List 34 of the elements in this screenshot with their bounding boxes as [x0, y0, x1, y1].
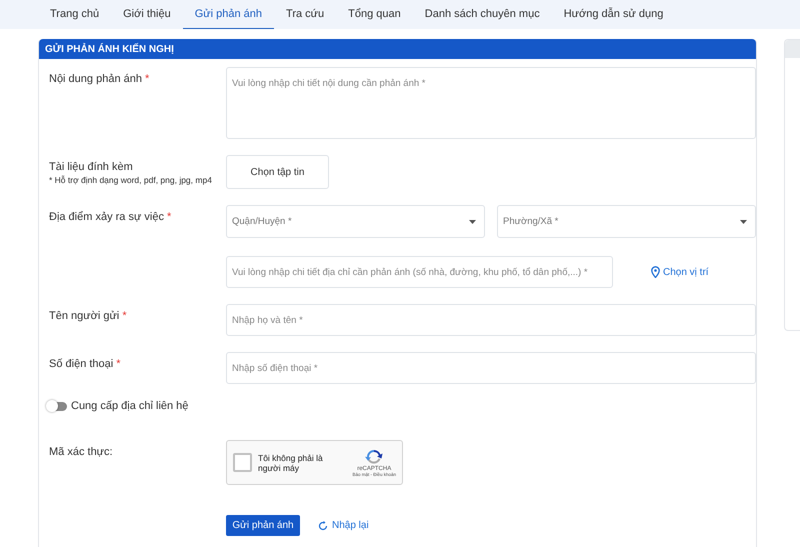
choose-location-link[interactable]: Chọn vị trí: [651, 266, 709, 278]
location-pin-icon: [651, 266, 660, 278]
caret-icon: [740, 220, 747, 224]
field-label: Tài liệu đính kèm: [49, 161, 134, 173]
choose-file-button[interactable]: Chọn tập tin: [226, 155, 329, 189]
district-select[interactable]: Quận/Huyện *: [226, 205, 485, 238]
submit-button[interactable]: Gửi phản ánh: [226, 515, 300, 536]
address-field[interactable]: Vui lòng nhập chi tiết địa chỉ cần phản ánh (số nhà, đường, khu phố, tổ dân phố,...) *: [226, 256, 613, 288]
captcha-checkbox[interactable]: [233, 453, 252, 472]
nav-tab[interactable]: Trang chủ: [38, 0, 112, 29]
nav-tab[interactable]: Gửi phản ánh: [182, 0, 274, 29]
nav-tab[interactable]: Giới thiệu: [111, 0, 183, 29]
nav-tab[interactable]: Tra cứu: [274, 0, 336, 29]
field-label: Nội dung phản ánh *: [49, 73, 150, 85]
caret-icon: [469, 220, 476, 224]
field-label: Số điện thoại *: [49, 358, 122, 370]
field-label: Tên người gửi *: [49, 310, 128, 322]
nav-tab[interactable]: Danh sách chuyên mục: [412, 0, 552, 29]
refresh-icon: [318, 520, 328, 530]
form-title: GỬI PHẢN ÁNH KIẾN NGHỊ: [45, 44, 174, 54]
nav-tab[interactable]: Tổng quan: [336, 0, 413, 29]
toggle-switch[interactable]: [47, 402, 67, 410]
nav-tab[interactable]: Hướng dẫn sử dụng: [552, 0, 676, 29]
name-field[interactable]: Nhập họ và tên *: [226, 304, 756, 336]
phone-field[interactable]: Nhập số điện thoại *: [226, 352, 756, 384]
captcha-label: Tôi không phải là người máy: [258, 452, 324, 472]
content-field[interactable]: Vui lòng nhập chi tiết nội dung cần phản ánh *: [226, 67, 756, 139]
toggle-label: Cung cấp địa chỉ liên hệ: [71, 400, 188, 412]
field-label: Địa điểm xảy ra sự việc *: [49, 211, 172, 223]
field-label: Mã xác thực:: [49, 446, 114, 458]
ward-select[interactable]: Phường/Xã *: [497, 205, 756, 238]
field-hint: * Hỗ trợ định dạng word, pdf, png, jpg, mp4: [49, 175, 213, 185]
recaptcha-logo-icon: [364, 448, 384, 466]
reset-link[interactable]: Nhập lại: [318, 520, 369, 531]
